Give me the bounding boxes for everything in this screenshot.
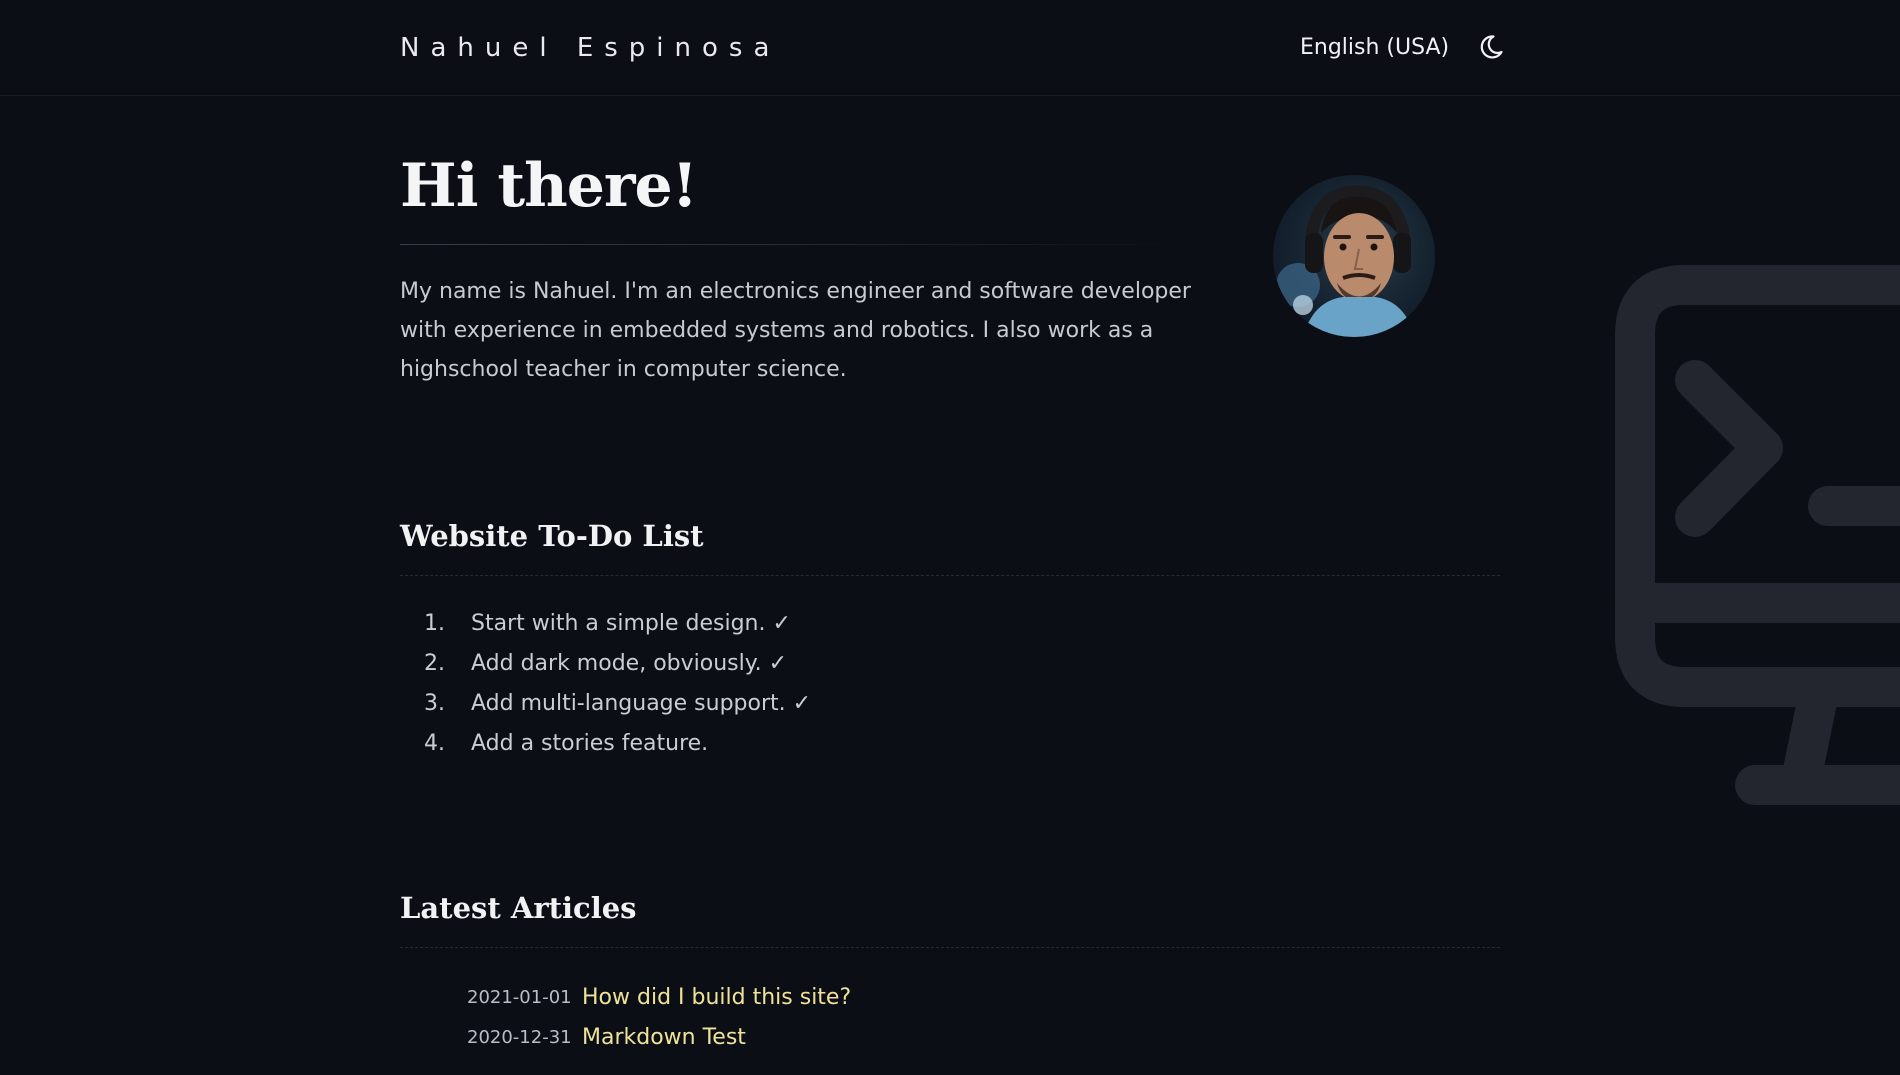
article-link[interactable]: Markdown Test: [582, 1018, 746, 1058]
list-item: 3. Add multi-language support. ✓: [400, 684, 1300, 724]
list-item: 4. Add a stories feature.: [400, 724, 1300, 764]
avatar: [1273, 175, 1435, 337]
list-item-number: 4.: [424, 731, 445, 756]
articles-section-divider: [400, 947, 1500, 948]
list-item-text: Add multi-language support. ✓: [471, 691, 812, 716]
article-row: 2021-01-01 How did I build this site?: [400, 978, 1300, 1018]
article-link[interactable]: How did I build this site?: [582, 978, 851, 1018]
moon-icon: [1480, 35, 1503, 59]
list-item-number: 1.: [424, 611, 445, 636]
article-date: 2021-01-01: [467, 987, 572, 1008]
intro-paragraph: My name is Nahuel. I'm an electronics en…: [400, 279, 1191, 382]
articles-section-title: Latest Articles: [400, 891, 637, 925]
profile-photo-icon: [1276, 184, 1415, 337]
top-navbar: Nahuel Espinosa English (USA): [0, 0, 1900, 96]
list-item-text: Start with a simple design. ✓: [471, 611, 791, 636]
article-row: 2020-12-31 Markdown Test: [400, 1018, 1300, 1058]
terminal-monitor-icon: [1615, 265, 1900, 805]
page-title: Hi there!: [400, 151, 698, 221]
title-divider: [400, 244, 1180, 245]
theme-toggle-button[interactable]: [1476, 32, 1506, 62]
list-item-number: 2.: [424, 651, 445, 676]
article-date: 2020-12-31: [467, 1027, 572, 1048]
list-item-text: Add dark mode, obviously. ✓: [471, 651, 788, 676]
todo-list: 1. Start with a simple design. ✓ 2. Add …: [400, 604, 1300, 764]
language-selector[interactable]: English (USA): [1300, 32, 1449, 64]
list-item-text: Add a stories feature.: [471, 731, 709, 756]
page: Nahuel Espinosa English (USA) Hi there! …: [0, 0, 1900, 1075]
list-item-number: 3.: [424, 691, 445, 716]
todo-section-title: Website To-Do List: [400, 519, 704, 553]
article-list: 2021-01-01 How did I build this site? 20…: [400, 978, 1300, 1058]
site-title-link[interactable]: Nahuel Espinosa: [400, 28, 780, 68]
todo-section-divider: [400, 575, 1500, 576]
list-item: 1. Start with a simple design. ✓: [400, 604, 1300, 644]
list-item: 2. Add dark mode, obviously. ✓: [400, 644, 1300, 684]
